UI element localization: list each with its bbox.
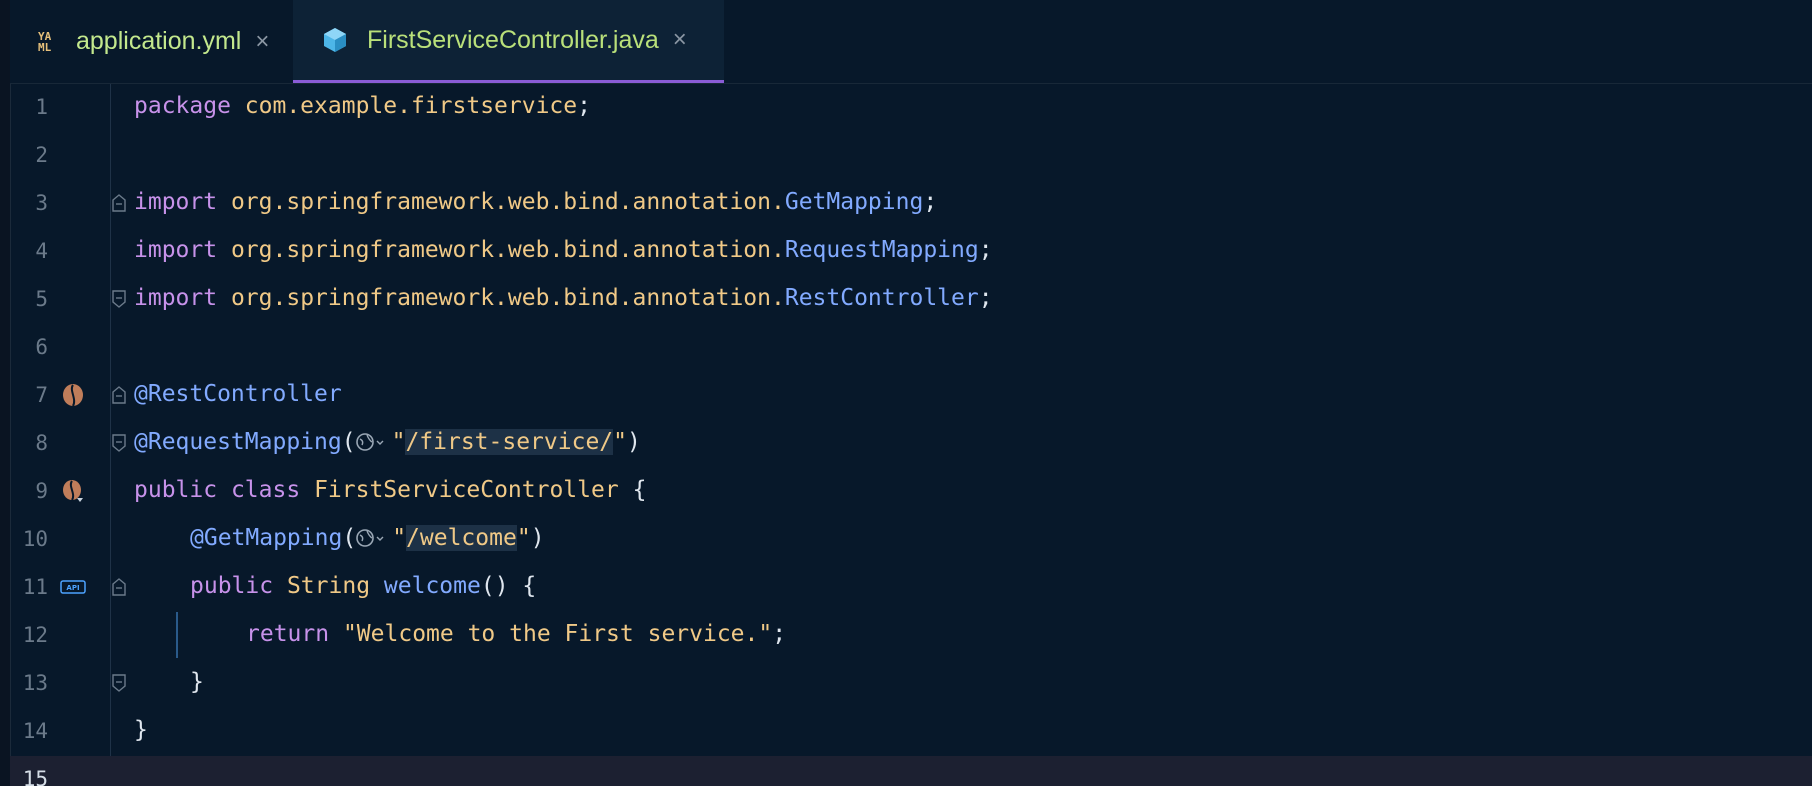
- close-icon[interactable]: ×: [673, 26, 687, 54]
- class-reference[interactable]: RestController: [785, 285, 979, 311]
- yaml-icon: YA ML: [38, 29, 52, 54]
- class-reference[interactable]: GetMapping: [785, 189, 923, 215]
- paren-close: ): [627, 429, 641, 455]
- api-endpoint-icon[interactable]: API: [60, 574, 86, 600]
- line-number: 5: [35, 287, 48, 311]
- semicolon: ;: [577, 93, 591, 119]
- code-line[interactable]: 10 @GetMapping( "/welcome"): [10, 516, 1812, 564]
- fold-close-icon[interactable]: [112, 290, 126, 308]
- quote: ": [392, 525, 407, 551]
- code-line[interactable]: 5 import org.springframework.web.bind.an…: [10, 276, 1812, 324]
- semicolon: ;: [772, 621, 787, 647]
- fold-close-icon[interactable]: [112, 434, 126, 452]
- line-number: 2: [35, 143, 48, 167]
- type-name: String: [286, 573, 371, 599]
- code-line[interactable]: 12 return "Welcome to the First service.…: [10, 612, 1812, 660]
- package-name: org.springframework.web.bind.annotation.: [230, 237, 785, 263]
- keyword: import: [134, 237, 218, 263]
- paren-close: ): [530, 525, 545, 551]
- keyword: return: [246, 621, 330, 647]
- code-line[interactable]: 8 @RequestMapping( "/first-service/"): [10, 420, 1812, 468]
- spring-bean-navigate-icon[interactable]: [60, 478, 86, 504]
- code-line[interactable]: 4 import org.springframework.web.bind.an…: [10, 228, 1812, 276]
- brace-open: {: [632, 477, 647, 503]
- svg-text:API: API: [66, 584, 79, 592]
- url-path[interactable]: /welcome: [406, 525, 517, 551]
- brace-close: }: [134, 717, 148, 743]
- code-line[interactable]: 14 }: [10, 708, 1812, 756]
- method-name: welcome: [383, 573, 481, 599]
- line-number: 1: [35, 95, 48, 119]
- tab-first-service-controller[interactable]: FirstServiceController.java ×: [293, 0, 724, 83]
- quote: ": [391, 429, 406, 455]
- class-name: FirstServiceController: [314, 477, 619, 503]
- line-number: 6: [35, 335, 48, 359]
- line-number: 7: [35, 383, 48, 407]
- code-line-current[interactable]: 15: [10, 756, 1812, 786]
- globe-url-icon[interactable]: [355, 432, 392, 452]
- keyword: public: [190, 573, 274, 599]
- code-line[interactable]: 6: [10, 324, 1812, 372]
- close-icon[interactable]: ×: [255, 28, 269, 56]
- indent-guide-active: [176, 612, 178, 658]
- code-line[interactable]: 1 package com.example.firstservice;: [10, 84, 1812, 132]
- tab-label: FirstServiceController.java: [367, 25, 659, 54]
- line-number: 15: [22, 767, 48, 786]
- annotation: @RequestMapping: [134, 429, 342, 455]
- line-number: 3: [35, 191, 48, 215]
- editor-tab-bar: YA ML application.yml × FirstServiceCont…: [10, 0, 1812, 84]
- code-line[interactable]: 9 public class FirstServiceController {: [10, 468, 1812, 516]
- code-line[interactable]: 7 @RestController: [10, 372, 1812, 420]
- line-number: 10: [22, 527, 48, 551]
- keyword: public: [134, 477, 218, 503]
- fold-open-icon[interactable]: [112, 386, 126, 404]
- code-line[interactable]: 3 import org.springframework.web.bind.an…: [10, 180, 1812, 228]
- line-number: 14: [22, 719, 48, 743]
- package-name: org.springframework.web.bind.annotation.: [230, 285, 785, 311]
- string-literal: "Welcome to the First service.": [342, 621, 773, 647]
- brace-close: }: [190, 669, 204, 695]
- line-number: 9: [35, 479, 48, 503]
- quote: ": [516, 525, 531, 551]
- fold-close-icon[interactable]: [112, 674, 126, 692]
- semicolon: ;: [978, 285, 993, 311]
- spring-bean-icon[interactable]: [60, 382, 86, 408]
- keyword: import: [134, 285, 218, 311]
- line-number: 4: [35, 239, 48, 263]
- package-name: org.springframework.web.bind.annotation.: [230, 189, 785, 215]
- paren-open: (: [341, 429, 356, 455]
- line-number: 13: [22, 671, 48, 695]
- tab-label: application.yml: [76, 27, 242, 55]
- fold-open-icon[interactable]: [112, 578, 126, 596]
- code-editor[interactable]: YA ML application.yml × FirstServiceCont…: [0, 0, 1812, 786]
- keyword: import: [134, 189, 218, 215]
- annotation: @GetMapping: [190, 525, 343, 551]
- keyword: class: [230, 477, 301, 503]
- line-number: 11: [22, 575, 48, 599]
- url-path[interactable]: /first-service/: [405, 429, 614, 455]
- code-line[interactable]: 2: [10, 132, 1812, 180]
- semicolon: ;: [978, 237, 993, 263]
- tab-application-yml[interactable]: YA ML application.yml ×: [28, 0, 296, 83]
- code-area[interactable]: 1 package com.example.firstservice; 2 3 …: [10, 84, 1812, 786]
- semicolon: ;: [923, 189, 938, 215]
- line-number: 8: [35, 431, 48, 455]
- code-line[interactable]: 13 }: [10, 660, 1812, 708]
- paren-open: (: [342, 525, 357, 551]
- annotation: @RestController: [134, 381, 342, 407]
- code-line[interactable]: 11 API public String welcome() {: [10, 564, 1812, 612]
- quote: ": [613, 429, 628, 455]
- java-class-icon: [324, 28, 346, 52]
- line-number: 12: [22, 623, 48, 647]
- fold-open-icon[interactable]: [112, 194, 126, 212]
- package-name: com.example.firstservice: [244, 93, 578, 119]
- globe-url-icon[interactable]: [356, 528, 392, 548]
- method-signature-rest: () {: [480, 573, 537, 599]
- class-reference[interactable]: RequestMapping: [785, 237, 979, 263]
- keyword: package: [134, 93, 231, 119]
